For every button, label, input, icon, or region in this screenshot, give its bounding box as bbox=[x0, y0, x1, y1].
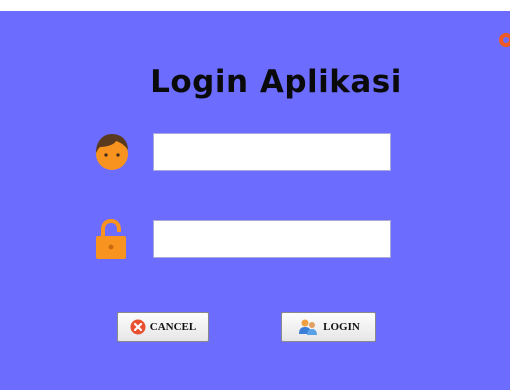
username-input[interactable] bbox=[153, 133, 391, 171]
cancel-button[interactable]: CANCEL bbox=[117, 312, 209, 342]
users-icon bbox=[299, 319, 318, 335]
cancel-icon bbox=[130, 319, 146, 335]
cancel-label: CANCEL bbox=[149, 321, 197, 333]
login-button[interactable]: LOGIN bbox=[281, 312, 376, 342]
password-input[interactable] bbox=[153, 220, 391, 258]
lock-icon bbox=[96, 218, 126, 259]
login-window: Login Aplikasi CANCEL LOGIN bbox=[0, 11, 510, 390]
login-label: LOGIN bbox=[323, 321, 360, 333]
page-title: Login Aplikasi bbox=[150, 64, 402, 100]
user-icon bbox=[96, 134, 128, 170]
close-icon[interactable] bbox=[496, 31, 510, 49]
